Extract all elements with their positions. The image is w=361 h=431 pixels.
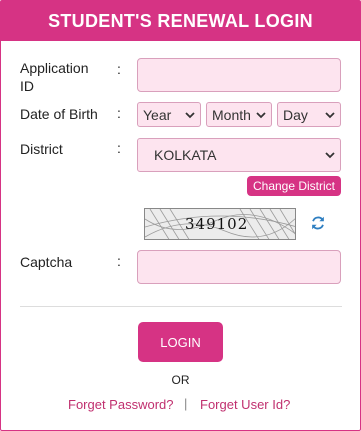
application-id-colon: : bbox=[117, 61, 121, 77]
forget-password-link[interactable]: Forget Password? bbox=[68, 397, 174, 412]
login-button[interactable]: LOGIN bbox=[138, 322, 223, 362]
district-value: KOLKATA bbox=[154, 147, 217, 163]
dob-year-value: Year bbox=[143, 106, 172, 123]
chevron-down-icon bbox=[256, 111, 266, 118]
dob-day-select[interactable]: Day bbox=[277, 102, 341, 127]
dob-label: Date of Birth bbox=[20, 106, 98, 122]
dob-colon: : bbox=[117, 105, 121, 121]
dob-day-value: Day bbox=[283, 106, 308, 123]
application-id-input[interactable] bbox=[137, 58, 341, 92]
chevron-down-icon bbox=[325, 152, 335, 159]
or-text: OR bbox=[171, 373, 190, 387]
chevron-down-icon bbox=[325, 111, 335, 118]
captcha-colon: : bbox=[117, 253, 121, 269]
district-label: District bbox=[20, 141, 63, 157]
captcha-text: 349102 bbox=[185, 215, 249, 233]
district-colon: : bbox=[117, 140, 121, 156]
renewal-login-card: STUDENT'S RENEWAL LOGIN Application ID :… bbox=[0, 0, 361, 431]
dob-month-select[interactable]: Month bbox=[206, 102, 272, 127]
forget-user-id-link[interactable]: Forget User Id? bbox=[200, 397, 290, 412]
dob-year-select[interactable]: Year bbox=[137, 102, 201, 127]
captcha-label: Captcha bbox=[20, 254, 73, 270]
application-id-label-line2: ID bbox=[20, 78, 34, 94]
divider bbox=[20, 306, 342, 307]
change-district-button[interactable]: Change District bbox=[247, 176, 341, 196]
application-id-label: Application ID bbox=[20, 59, 89, 95]
link-separator: | bbox=[184, 396, 188, 411]
page-title: STUDENT'S RENEWAL LOGIN bbox=[1, 1, 360, 41]
chevron-down-icon bbox=[185, 111, 195, 118]
captcha-input[interactable] bbox=[137, 250, 341, 284]
application-id-label-line1: Application bbox=[20, 60, 89, 76]
captcha-image: 349102 bbox=[144, 208, 296, 240]
refresh-icon[interactable] bbox=[309, 214, 327, 232]
dob-month-value: Month bbox=[212, 106, 251, 123]
district-select[interactable]: KOLKATA bbox=[137, 138, 341, 172]
